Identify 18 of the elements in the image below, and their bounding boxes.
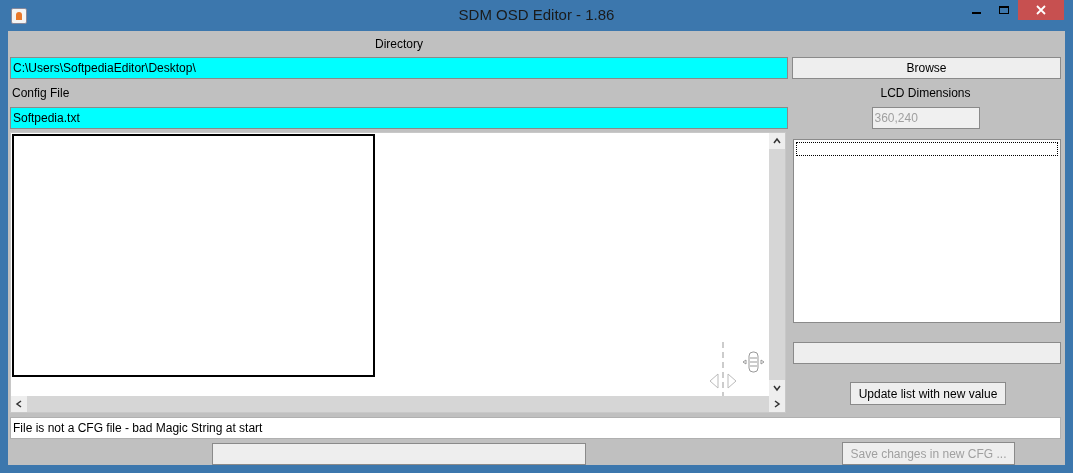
directory-field[interactable]: C:\Users\SoftpediaEditor\Desktop\: [10, 57, 788, 79]
app-icon[interactable]: [11, 7, 27, 24]
close-icon: [1036, 5, 1046, 15]
status-field[interactable]: File is not a CFG file - bad Magic String at start: [10, 417, 1061, 439]
directory-label: Directory: [375, 37, 423, 51]
window-title: SDM OSD Editor - 1.86: [458, 5, 615, 26]
value-field[interactable]: [793, 342, 1061, 364]
close-button[interactable]: [1018, 0, 1064, 20]
browse-button[interactable]: Browse: [792, 57, 1061, 79]
scroll-right-button[interactable]: [769, 396, 785, 412]
update-button[interactable]: Update list with new value: [850, 382, 1006, 405]
config-file-label: Config File: [12, 86, 70, 100]
scroll-up-button[interactable]: [769, 133, 785, 149]
scroll-left-button[interactable]: [11, 396, 27, 412]
list-item[interactable]: [796, 142, 1058, 156]
config-file-field[interactable]: Softpedia.txt: [10, 107, 788, 129]
scroll-down-button[interactable]: [769, 380, 785, 396]
lcd-dimensions-label: LCD Dimensions: [880, 86, 971, 100]
